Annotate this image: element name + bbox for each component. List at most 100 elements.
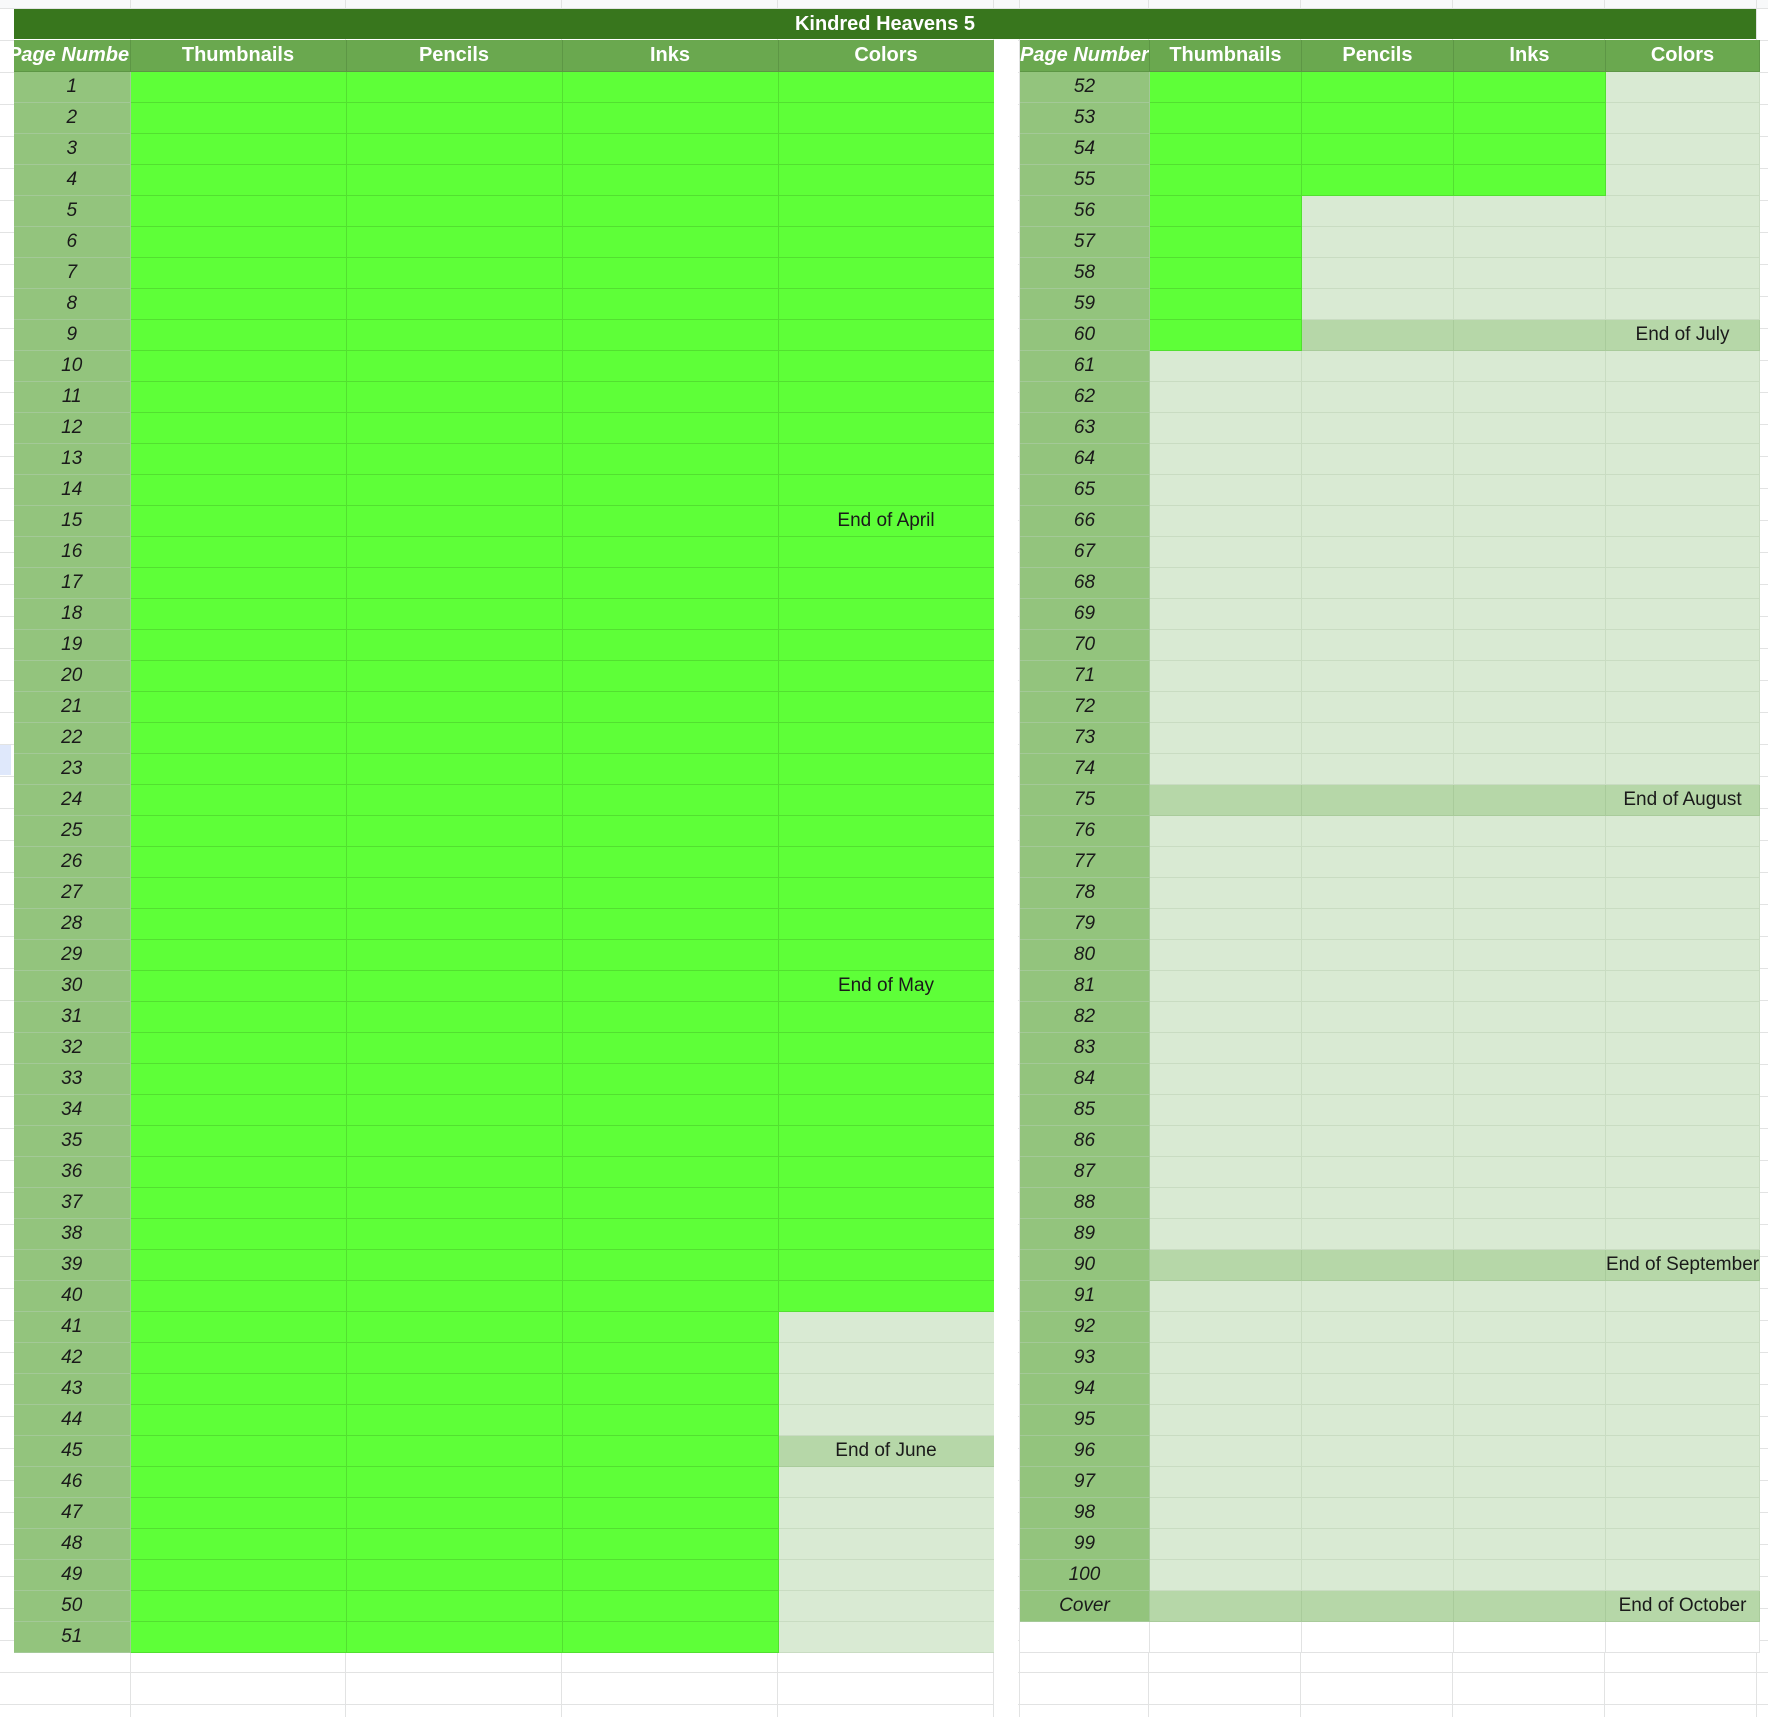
inks-status-cell[interactable] bbox=[562, 1094, 779, 1126]
pencils-status-cell[interactable] bbox=[1301, 1497, 1454, 1529]
pencils-status-cell[interactable] bbox=[346, 1032, 563, 1064]
colors-status-cell[interactable] bbox=[1605, 970, 1761, 1002]
pencils-status-cell[interactable] bbox=[1301, 443, 1454, 475]
month-milestone-note[interactable]: End of October bbox=[1605, 1590, 1761, 1622]
thumbnails-status-cell[interactable] bbox=[1149, 1032, 1302, 1064]
page-number-cell[interactable]: 74 bbox=[1020, 753, 1150, 785]
colors-status-cell[interactable] bbox=[778, 1342, 995, 1374]
page-number-cell[interactable]: 58 bbox=[1020, 257, 1150, 289]
page-number-cell[interactable]: 86 bbox=[1020, 1125, 1150, 1157]
page-number-cell[interactable]: 42 bbox=[14, 1342, 131, 1374]
thumbnails-status-cell[interactable] bbox=[130, 288, 347, 320]
pencils-status-cell[interactable] bbox=[1301, 784, 1454, 816]
colors-status-cell[interactable] bbox=[778, 815, 995, 847]
pencils-status-cell[interactable] bbox=[1301, 1404, 1454, 1436]
right-header-thumbnails[interactable]: Thumbnails bbox=[1149, 40, 1302, 72]
thumbnails-status-cell[interactable] bbox=[1149, 629, 1302, 661]
inks-status-cell[interactable] bbox=[562, 970, 779, 1002]
pencils-status-cell[interactable] bbox=[1301, 288, 1454, 320]
pencils-status-cell[interactable] bbox=[1301, 195, 1454, 227]
colors-status-cell[interactable] bbox=[778, 1063, 995, 1095]
colors-status-cell[interactable] bbox=[1605, 1311, 1761, 1343]
pencils-status-cell[interactable] bbox=[346, 71, 563, 103]
colors-status-cell[interactable] bbox=[778, 846, 995, 878]
colors-status-cell[interactable] bbox=[778, 257, 995, 289]
pencils-status-cell[interactable] bbox=[1301, 691, 1454, 723]
pencils-status-cell[interactable] bbox=[346, 1435, 563, 1467]
thumbnails-status-cell[interactable] bbox=[1149, 412, 1302, 444]
colors-status-cell[interactable] bbox=[778, 195, 995, 227]
thumbnails-status-cell[interactable] bbox=[130, 1373, 347, 1405]
colors-status-cell[interactable] bbox=[778, 102, 995, 134]
page-number-cell[interactable]: 95 bbox=[1020, 1404, 1150, 1436]
page-number-cell[interactable]: 62 bbox=[1020, 381, 1150, 413]
pencils-status-cell[interactable] bbox=[1301, 1032, 1454, 1064]
inks-status-cell[interactable] bbox=[1453, 1218, 1606, 1250]
colors-status-cell[interactable] bbox=[1605, 381, 1761, 413]
page-number-cell[interactable]: 23 bbox=[14, 753, 131, 785]
inks-status-cell[interactable] bbox=[562, 660, 779, 692]
pencils-status-cell[interactable] bbox=[346, 226, 563, 258]
pencils-status-cell[interactable] bbox=[1301, 536, 1454, 568]
colors-status-cell[interactable] bbox=[1605, 1621, 1761, 1653]
colors-status-cell[interactable] bbox=[778, 1497, 995, 1529]
pencils-status-cell[interactable] bbox=[346, 257, 563, 289]
inks-status-cell[interactable] bbox=[562, 536, 779, 568]
inks-status-cell[interactable] bbox=[1453, 71, 1606, 103]
inks-status-cell[interactable] bbox=[562, 1621, 779, 1653]
left-header-colors[interactable]: Colors bbox=[778, 40, 995, 72]
inks-status-cell[interactable] bbox=[562, 474, 779, 506]
thumbnails-status-cell[interactable] bbox=[1149, 319, 1302, 351]
thumbnails-status-cell[interactable] bbox=[130, 474, 347, 506]
inks-status-cell[interactable] bbox=[1453, 753, 1606, 785]
pencils-status-cell[interactable] bbox=[346, 970, 563, 1002]
pencils-status-cell[interactable] bbox=[346, 319, 563, 351]
thumbnails-status-cell[interactable] bbox=[130, 846, 347, 878]
colors-status-cell[interactable] bbox=[1605, 505, 1761, 537]
inks-status-cell[interactable] bbox=[1453, 1311, 1606, 1343]
pencils-status-cell[interactable] bbox=[1301, 1187, 1454, 1219]
pencils-status-cell[interactable] bbox=[346, 660, 563, 692]
left-header-inks[interactable]: Inks bbox=[562, 40, 779, 72]
page-number-cell[interactable]: 19 bbox=[14, 629, 131, 661]
page-number-cell[interactable]: 49 bbox=[14, 1559, 131, 1591]
thumbnails-status-cell[interactable] bbox=[1149, 1621, 1302, 1653]
page-number-cell[interactable]: 96 bbox=[1020, 1435, 1150, 1467]
colors-status-cell[interactable] bbox=[1605, 660, 1761, 692]
thumbnails-status-cell[interactable] bbox=[1149, 1590, 1302, 1622]
colors-status-cell[interactable] bbox=[778, 598, 995, 630]
inks-status-cell[interactable] bbox=[562, 939, 779, 971]
month-milestone-note[interactable]: End of August bbox=[1605, 784, 1761, 816]
colors-status-cell[interactable] bbox=[778, 722, 995, 754]
pencils-status-cell[interactable] bbox=[346, 1559, 563, 1591]
colors-status-cell[interactable] bbox=[778, 1125, 995, 1157]
pencils-status-cell[interactable] bbox=[346, 1063, 563, 1095]
inks-status-cell[interactable] bbox=[1453, 1466, 1606, 1498]
thumbnails-status-cell[interactable] bbox=[1149, 505, 1302, 537]
thumbnails-status-cell[interactable] bbox=[130, 1094, 347, 1126]
thumbnails-status-cell[interactable] bbox=[130, 660, 347, 692]
page-number-cell[interactable]: 45 bbox=[14, 1435, 131, 1467]
inks-status-cell[interactable] bbox=[1453, 319, 1606, 351]
thumbnails-status-cell[interactable] bbox=[130, 1559, 347, 1591]
page-number-cell[interactable]: 28 bbox=[14, 908, 131, 940]
inks-status-cell[interactable] bbox=[562, 598, 779, 630]
pencils-status-cell[interactable] bbox=[346, 567, 563, 599]
pencils-status-cell[interactable] bbox=[346, 1125, 563, 1157]
pencils-status-cell[interactable] bbox=[346, 102, 563, 134]
inks-status-cell[interactable] bbox=[562, 691, 779, 723]
page-number-cell[interactable]: 66 bbox=[1020, 505, 1150, 537]
inks-status-cell[interactable] bbox=[562, 846, 779, 878]
thumbnails-status-cell[interactable] bbox=[130, 877, 347, 909]
pencils-status-cell[interactable] bbox=[346, 1094, 563, 1126]
page-number-cell[interactable]: 54 bbox=[1020, 133, 1150, 165]
page-number-cell[interactable]: 82 bbox=[1020, 1001, 1150, 1033]
page-number-cell[interactable]: 16 bbox=[14, 536, 131, 568]
inks-status-cell[interactable] bbox=[562, 1156, 779, 1188]
page-number-cell[interactable]: 14 bbox=[14, 474, 131, 506]
colors-status-cell[interactable] bbox=[1605, 846, 1761, 878]
page-number-cell[interactable]: 59 bbox=[1020, 288, 1150, 320]
page-number-cell[interactable]: 65 bbox=[1020, 474, 1150, 506]
inks-status-cell[interactable] bbox=[562, 1249, 779, 1281]
page-number-cell[interactable]: 57 bbox=[1020, 226, 1150, 258]
